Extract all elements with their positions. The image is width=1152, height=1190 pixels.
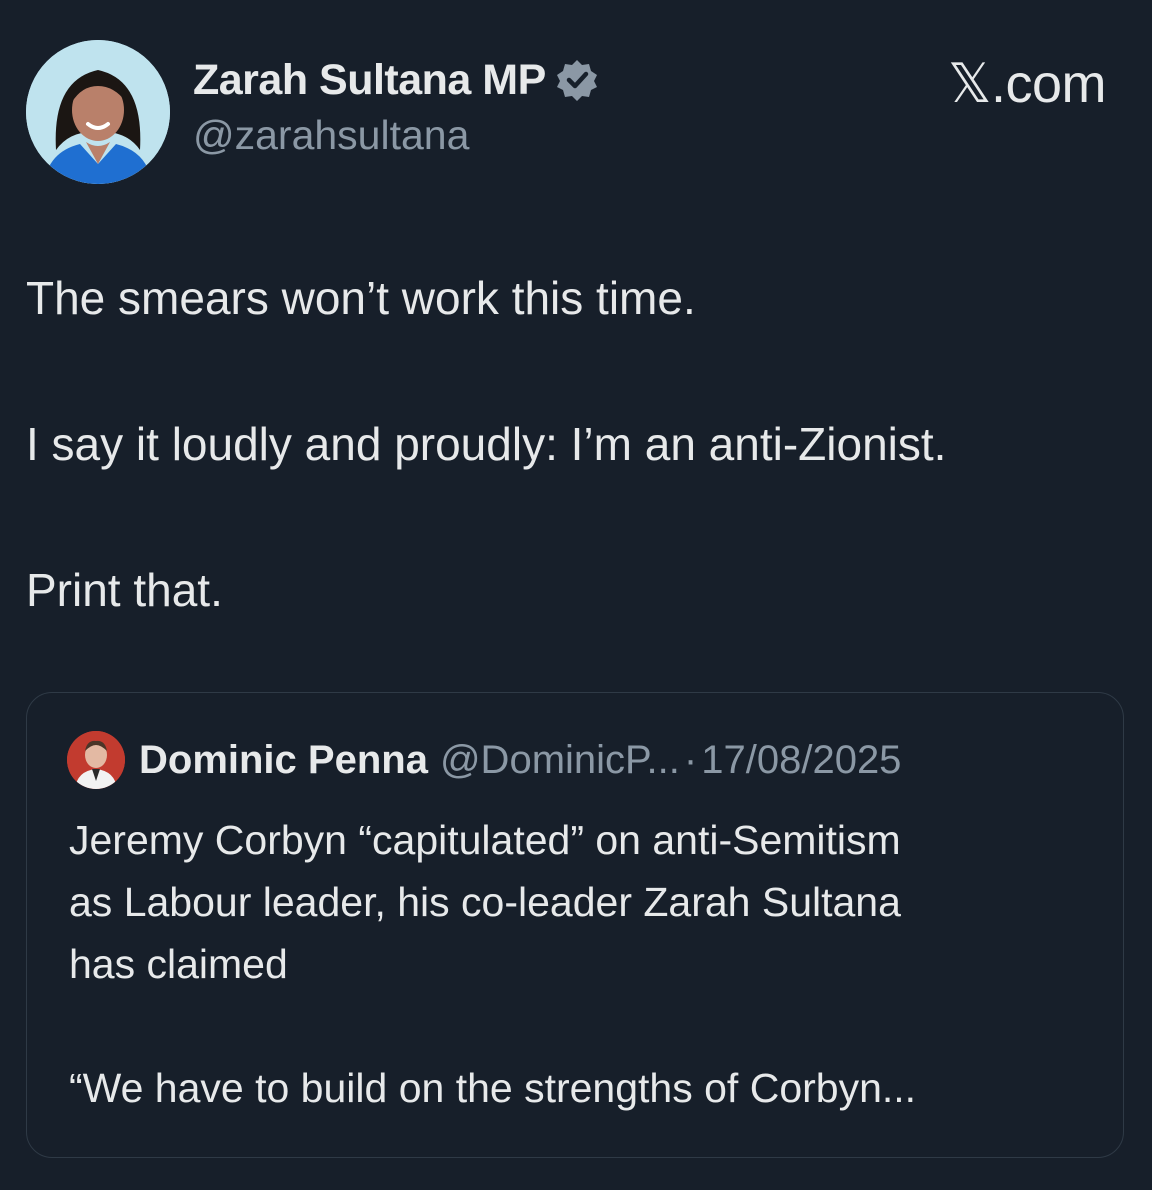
quoted-tweet-text: Jeremy Corbyn “capitulated” on anti-Semi…	[69, 809, 1099, 1119]
tweet-text: The smears won’t work this time. I say i…	[26, 268, 1136, 706]
author-name[interactable]: Zarah Sultana MP	[193, 56, 546, 105]
author-handle[interactable]: @zarahsultana	[193, 112, 469, 159]
header-separator: ·	[683, 737, 698, 782]
site-label: 𝕏.com	[947, 54, 1107, 114]
tweet-screenshot: Zarah Sultana MP @zarahsultana 𝕏.com The…	[0, 0, 1152, 1190]
quoted-tweet-date[interactable]: 17/08/2025	[701, 738, 901, 783]
tweet-paragraph: Print that.	[26, 564, 223, 616]
quoted-tweet-header: Dominic Penna @DominicP... · 17/08/2025	[67, 731, 901, 789]
author-avatar-image	[26, 40, 170, 184]
author-name-row: Zarah Sultana MP	[193, 50, 600, 110]
tweet-paragraph: I say it loudly and proudly: I’m an anti…	[26, 418, 947, 470]
quoted-author-avatar[interactable]	[67, 731, 125, 789]
verified-badge-icon	[554, 57, 600, 103]
quoted-author-handle[interactable]: @DominicP...	[440, 738, 680, 783]
quoted-text-line: as Labour leader, his co-leader Zarah Su…	[69, 879, 901, 925]
quoted-tweet-card[interactable]: Dominic Penna @DominicP... · 17/08/2025 …	[26, 692, 1124, 1158]
quoted-author-name[interactable]: Dominic Penna	[139, 738, 428, 783]
quoted-text-excerpt: “We have to build on the strengths of Co…	[69, 1065, 917, 1111]
author-avatar[interactable]	[26, 40, 170, 184]
quoted-text-line: has claimed	[69, 941, 288, 987]
tweet-paragraph: The smears won’t work this time.	[26, 272, 696, 324]
quoted-text-line: Jeremy Corbyn “capitulated” on anti-Semi…	[69, 817, 901, 863]
